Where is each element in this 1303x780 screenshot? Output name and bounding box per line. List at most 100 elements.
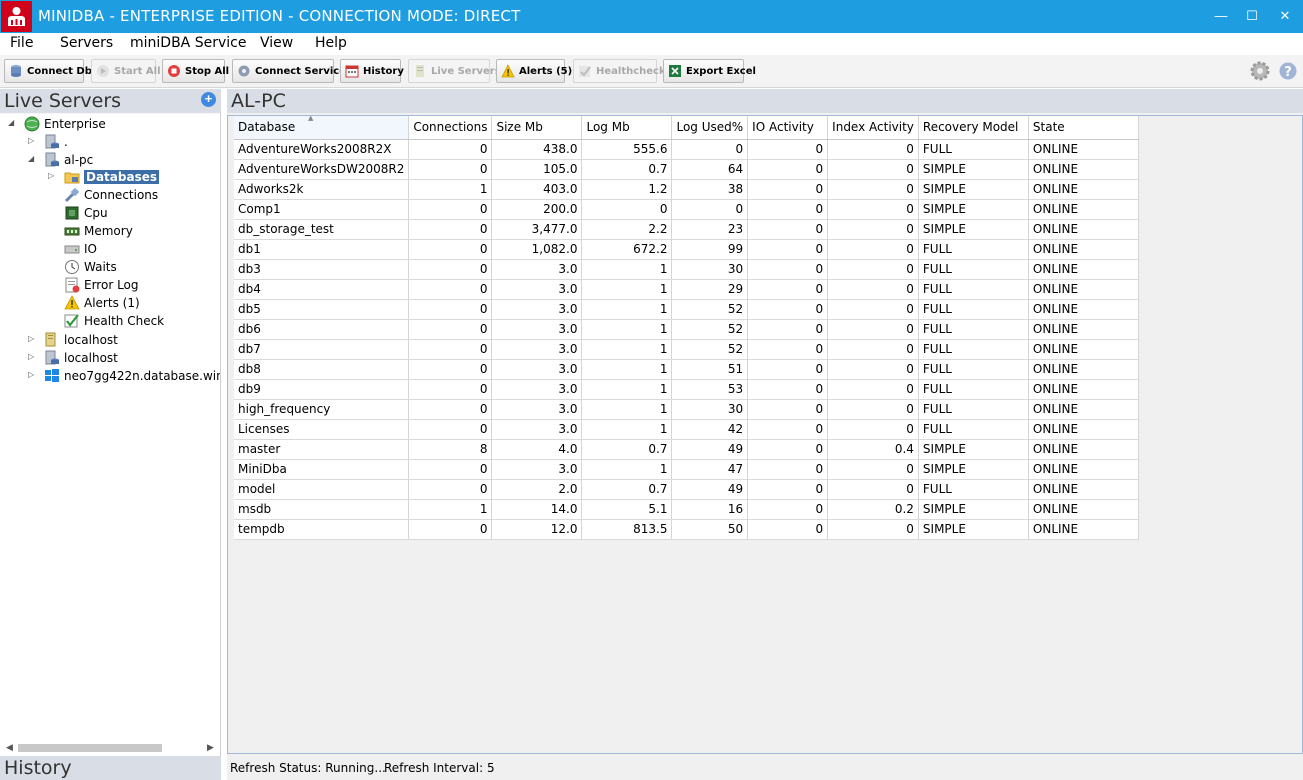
tree-node-connections[interactable]: Connections (64, 186, 158, 204)
cell-database: MiniDba (234, 459, 410, 480)
connect-db-button[interactable]: Connect Db (4, 59, 92, 83)
menu-view[interactable]: View (260, 35, 293, 51)
cell-index-activity: 0 (827, 299, 919, 320)
cell-database: Licenses (234, 419, 410, 440)
close-button[interactable]: ✕ (1270, 4, 1300, 28)
table-row[interactable]: master 8 4.0 0.7 49 0 0.4 SIMPLE ONLINE (234, 439, 1147, 460)
history-header[interactable]: History (0, 756, 221, 780)
cell-connections: 0 (408, 519, 493, 540)
table-row[interactable]: db8 0 3.0 1 51 0 0 FULL ONLINE (234, 359, 1147, 380)
column-header-io-activity[interactable]: IO Activity (747, 116, 829, 140)
cell-size-mb: 403.0 (491, 179, 583, 200)
cell-index-activity: 0.4 (827, 439, 919, 460)
cell-size-mb: 3.0 (491, 279, 583, 300)
alerts-button[interactable]: Alerts (5) (496, 59, 572, 83)
tree-node-localhost-1[interactable]: ▷ localhost (28, 331, 118, 349)
tree-label: Error Log (84, 278, 139, 292)
table-row[interactable]: Comp1 0 200.0 0 0 0 0 SIMPLE ONLINE (234, 199, 1147, 220)
tree-horizontal-scrollbar[interactable]: ◀ ▶ (0, 739, 220, 756)
tree-node-io[interactable]: IO (64, 240, 97, 258)
collapsed-arrow-icon[interactable]: ▷ (48, 171, 54, 180)
menu-minidba-service[interactable]: miniDBA Service (130, 35, 246, 51)
column-header-log-mb[interactable]: Log Mb (581, 116, 673, 140)
cell-database: Adworks2k (234, 179, 410, 200)
tree-node-waits[interactable]: Waits (64, 258, 117, 276)
column-header-connections[interactable]: Connections (408, 116, 493, 140)
table-row[interactable]: Licenses 0 3.0 1 42 0 0 FULL ONLINE (234, 419, 1147, 440)
column-header-state[interactable]: State (1028, 116, 1139, 140)
tree-node-memory[interactable]: Memory (64, 222, 133, 240)
cell-log-used: 52 (671, 319, 749, 340)
menu-help[interactable]: Help (315, 35, 347, 51)
table-row[interactable]: db9 0 3.0 1 53 0 0 FULL ONLINE (234, 379, 1147, 400)
live-servers-button[interactable]: Live Servers (408, 59, 501, 83)
table-row[interactable]: Adworks2k 1 403.0 1.2 38 0 0 SIMPLE ONLINE (234, 179, 1147, 200)
table-row[interactable]: db7 0 3.0 1 52 0 0 FULL ONLINE (234, 339, 1147, 360)
table-row[interactable]: db5 0 3.0 1 52 0 0 FULL ONLINE (234, 299, 1147, 320)
column-header-index-activity[interactable]: Index Activity (827, 116, 919, 140)
column-header-log-used[interactable]: Log Used% (671, 116, 749, 140)
collapsed-arrow-icon[interactable]: ▷ (28, 370, 34, 379)
cell-connections: 0 (408, 319, 493, 340)
history-button[interactable]: History (340, 59, 404, 83)
connect-service-button[interactable]: Connect Service (232, 59, 346, 83)
healthcheck-button[interactable]: Healthcheck (573, 59, 666, 83)
table-row[interactable]: db_storage_test 0 3,477.0 2.2 23 0 0 SIMPLE ONLI… (234, 219, 1147, 240)
table-row[interactable]: MiniDba 0 3.0 1 47 0 0 SIMPLE ONLINE (234, 459, 1147, 480)
tree-node-localhost-2[interactable]: ▷ localhost (28, 349, 118, 367)
menu-servers[interactable]: Servers (60, 35, 113, 51)
help-icon[interactable]: ? (1278, 61, 1298, 81)
table-row[interactable]: db1 0 1,082.0 672.2 99 0 0 FULL ONLINE (234, 239, 1147, 260)
table-row[interactable]: db3 0 3.0 1 30 0 0 FULL ONLINE (234, 259, 1147, 280)
minimize-button[interactable]: — (1206, 4, 1236, 28)
cell-io-activity: 0 (747, 439, 829, 460)
maximize-button[interactable]: ☐ (1237, 4, 1267, 28)
cell-io-activity: 0 (747, 199, 829, 220)
expanded-arrow-icon[interactable]: ◢ (8, 118, 14, 127)
export-excel-button[interactable]: Export Excel (663, 59, 756, 83)
folder-icon (64, 169, 80, 185)
table-row[interactable]: AdventureWorksDW2008R2 0 105.0 0.7 64 0 0 SIMPL… (234, 159, 1147, 180)
table-row[interactable]: high_frequency 0 3.0 1 30 0 0 FULL ONLINE (234, 399, 1147, 420)
cell-io-activity: 0 (747, 319, 829, 340)
cell-recovery-model: SIMPLE (918, 519, 1029, 540)
tree-node-dot[interactable]: ▷ . (28, 133, 68, 151)
scroll-right-icon[interactable]: ▶ (207, 742, 214, 753)
stop-icon (167, 64, 181, 78)
tree-node-databases[interactable]: ▷ Databases (48, 168, 160, 186)
stop-all-button[interactable]: Stop All (162, 59, 229, 83)
add-server-icon[interactable]: + (201, 92, 216, 107)
table-row[interactable]: model 0 2.0 0.7 49 0 0 FULL ONLINE (234, 479, 1147, 500)
table-row[interactable]: msdb 1 14.0 5.1 16 0 0.2 SIMPLE ONLINE (234, 499, 1147, 520)
column-header-recovery-model[interactable]: Recovery Model (918, 116, 1029, 140)
column-header-size-mb[interactable]: Size Mb (491, 116, 583, 140)
start-all-label: Start All (114, 65, 161, 77)
scroll-left-icon[interactable]: ◀ (6, 742, 13, 753)
cell-connections: 0 (408, 379, 493, 400)
healthcheck-label: Healthcheck (596, 65, 666, 77)
menu-file[interactable]: File (10, 35, 33, 51)
cell-state: ONLINE (1028, 419, 1139, 440)
collapsed-arrow-icon[interactable]: ▷ (28, 136, 34, 145)
table-row[interactable]: db6 0 3.0 1 52 0 0 FULL ONLINE (234, 319, 1147, 340)
table-row[interactable]: AdventureWorks2008R2X 0 438.0 555.6 0 0 0 FULL O… (234, 139, 1147, 160)
expanded-arrow-icon[interactable]: ◢ (28, 154, 34, 163)
tree-node-azure[interactable]: ▷ neo7gg422n.database.windows.net (28, 367, 220, 385)
start-all-button[interactable]: Start All (91, 59, 161, 83)
collapsed-arrow-icon[interactable]: ▷ (28, 334, 34, 343)
tree-node-error-log[interactable]: Error Log (64, 276, 139, 294)
scrollbar-thumb[interactable] (18, 744, 162, 752)
cell-recovery-model: FULL (918, 399, 1029, 420)
cell-log-mb: 5.1 (581, 499, 673, 520)
table-row[interactable]: tempdb 0 12.0 813.5 50 0 0 SIMPLE ONLINE (234, 519, 1147, 540)
cell-log-used: 23 (671, 219, 749, 240)
tree-node-health-check[interactable]: Health Check (64, 312, 164, 330)
table-row[interactable]: db4 0 3.0 1 29 0 0 FULL ONLINE (234, 279, 1147, 300)
column-header-database[interactable]: Database ▲ (234, 116, 410, 140)
tree-node-cpu[interactable]: Cpu (64, 204, 108, 222)
tree-node-al-pc[interactable]: ◢ al-pc (28, 151, 93, 169)
settings-gear-icon[interactable] (1250, 61, 1270, 81)
tree-node-enterprise[interactable]: ◢ Enterprise (8, 115, 106, 133)
tree-node-alerts[interactable]: Alerts (1) (64, 294, 140, 312)
collapsed-arrow-icon[interactable]: ▷ (28, 352, 34, 361)
